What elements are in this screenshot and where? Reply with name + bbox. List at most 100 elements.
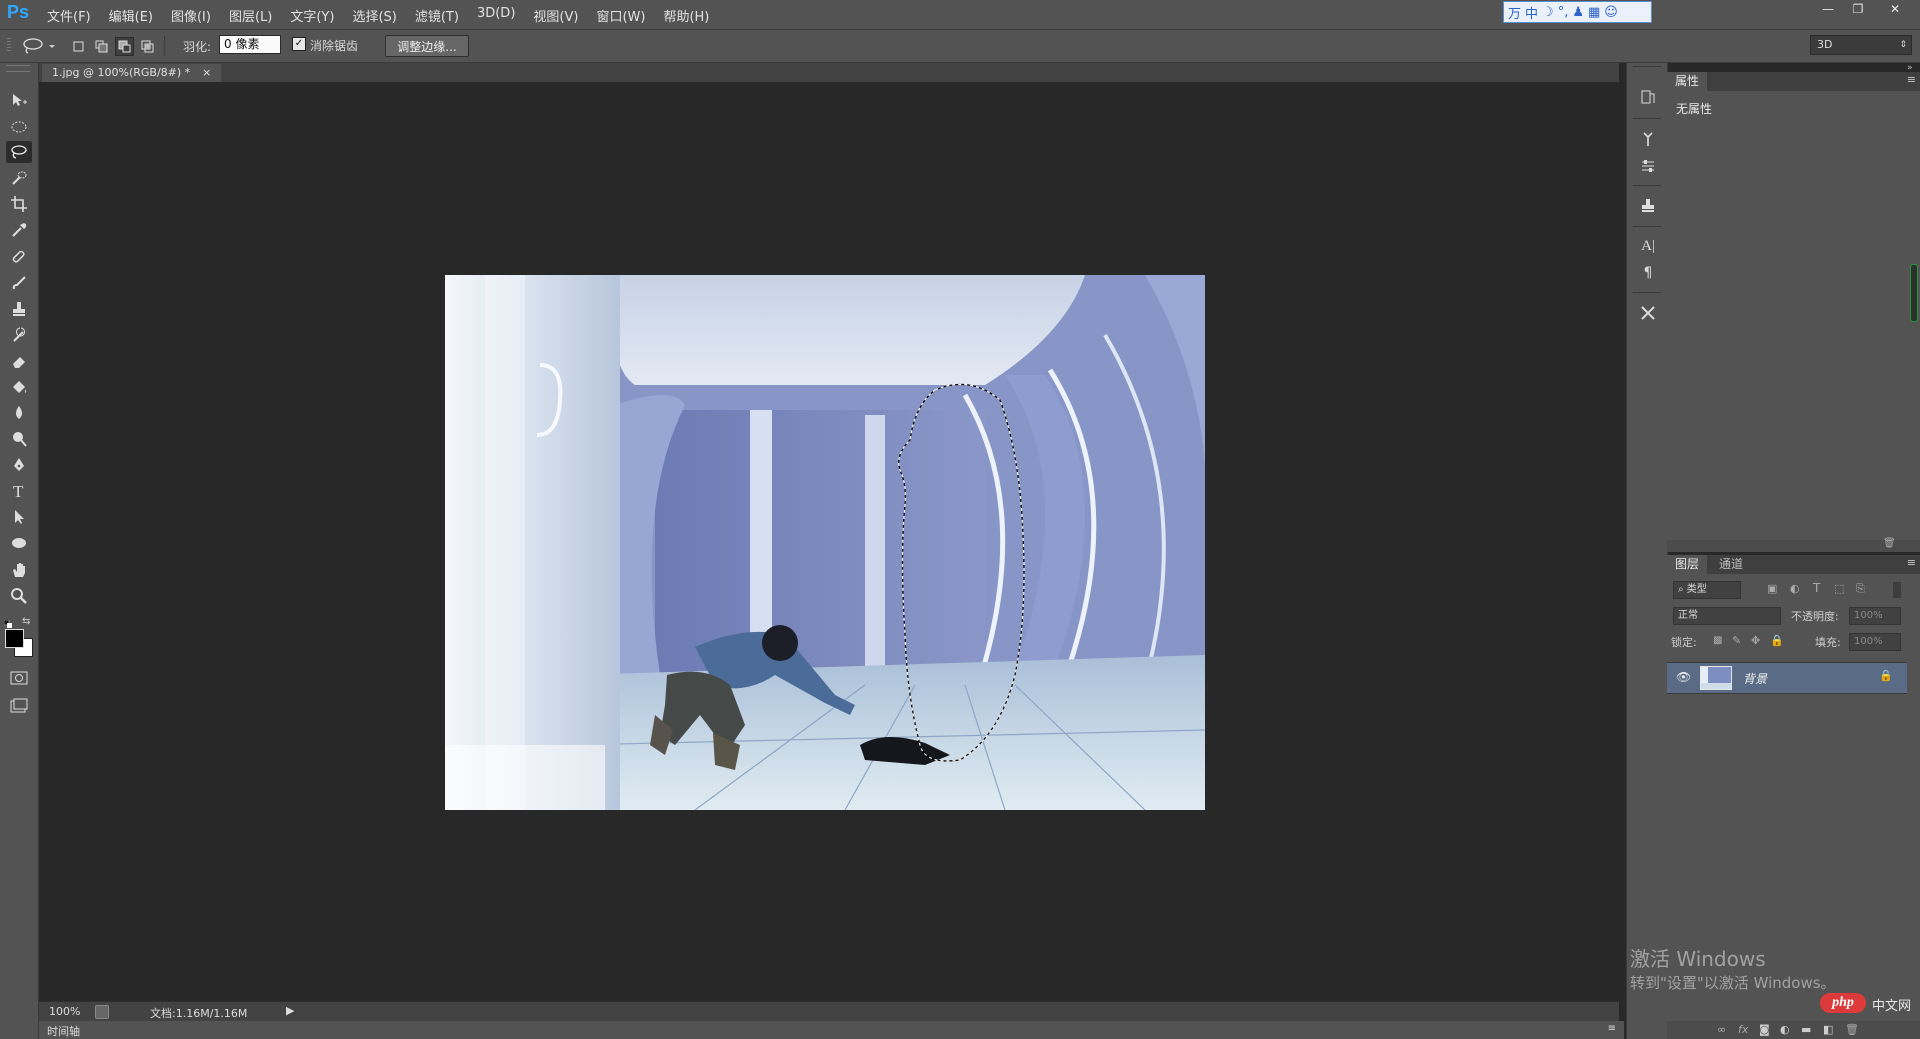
clone-source-icon[interactable] <box>1638 195 1658 215</box>
ime-item[interactable]: ☺ <box>1604 5 1618 20</box>
antialias-checkbox[interactable]: ✓ <box>292 37 306 51</box>
new-layer-icon[interactable]: ◧ <box>1823 1023 1833 1036</box>
history-brush-icon[interactable] <box>6 324 32 346</box>
status-menu-arrow-icon[interactable]: ▶ <box>286 1004 294 1017</box>
crop-tool-icon[interactable] <box>6 193 32 215</box>
ime-item[interactable]: ▦ <box>1588 5 1600 20</box>
lasso-tool-icon[interactable] <box>6 141 32 163</box>
document-image[interactable] <box>445 275 1205 810</box>
healing-brush-icon[interactable] <box>6 246 32 268</box>
opacity-input[interactable]: 100% <box>1849 607 1901 625</box>
close-tab-icon[interactable]: × <box>202 64 211 82</box>
hand-tool-icon[interactable] <box>6 559 32 581</box>
move-tool-icon[interactable] <box>6 89 32 111</box>
layer-row[interactable]: 👁 背景 🔒 <box>1667 662 1907 694</box>
intersect-selection-icon[interactable] <box>138 37 157 56</box>
scrollbar-thumb[interactable] <box>1910 264 1918 322</box>
ime-item[interactable]: ♟ <box>1572 5 1584 20</box>
ime-item[interactable]: 中 <box>1525 3 1538 22</box>
tab-layers[interactable]: 图层 <box>1667 555 1708 574</box>
menu-image[interactable]: 图像(I) <box>162 6 220 25</box>
brush-presets-icon[interactable] <box>1638 129 1658 149</box>
zoom-tool-icon[interactable] <box>6 585 32 607</box>
tab-properties[interactable]: 属性 <box>1667 72 1708 91</box>
menu-view[interactable]: 视图(V) <box>524 6 587 25</box>
blend-mode-select[interactable]: 正常 <box>1673 607 1781 625</box>
brush-tool-icon[interactable] <box>6 272 32 294</box>
paint-bucket-icon[interactable] <box>6 376 32 398</box>
filter-shape-icon[interactable]: ⬚ <box>1834 582 1844 595</box>
lock-pixels-icon[interactable]: ✎ <box>1732 634 1741 647</box>
new-selection-icon[interactable] <box>69 37 88 56</box>
menu-edit[interactable]: 编辑(E) <box>100 6 162 25</box>
tab-channels[interactable]: 通道 <box>1711 555 1751 574</box>
screen-mode-icon[interactable] <box>6 695 32 717</box>
ime-item[interactable]: 万 <box>1508 3 1521 22</box>
add-mask-icon[interactable]: ◙ <box>1759 1023 1770 1036</box>
add-selection-icon[interactable] <box>92 37 111 56</box>
character-icon[interactable]: A| <box>1638 236 1658 256</box>
type-tool-icon[interactable]: T <box>6 480 32 502</box>
delete-layer-icon[interactable]: 🗑 <box>1845 1023 1859 1036</box>
blur-tool-icon[interactable] <box>6 402 32 424</box>
filter-pixel-icon[interactable]: ▣ <box>1767 582 1777 595</box>
layer-filter-select[interactable]: ⌕ 类型 <box>1673 581 1741 599</box>
fill-input[interactable]: 100% <box>1849 633 1901 651</box>
eraser-icon[interactable] <box>6 350 32 372</box>
layer-name[interactable]: 背景 <box>1743 670 1767 687</box>
menu-file[interactable]: 文件(F) <box>38 6 100 25</box>
feather-input[interactable]: 0 像素 <box>219 35 281 54</box>
filter-smart-object-icon[interactable]: ⎘ <box>1856 582 1865 596</box>
pen-tool-icon[interactable] <box>6 454 32 476</box>
dodge-tool-icon[interactable] <box>6 428 32 450</box>
adjustment-layer-icon[interactable]: ◐ <box>1780 1023 1790 1036</box>
refine-edge-button[interactable]: 调整边缘... <box>385 35 469 57</box>
workspace-select[interactable]: 3D ⇕ <box>1810 35 1912 55</box>
ime-item[interactable]: °, <box>1558 5 1569 20</box>
ellipse-shape-icon[interactable] <box>6 532 32 554</box>
filter-toggle[interactable] <box>1893 582 1901 598</box>
adjustments-icon[interactable] <box>1638 156 1658 176</box>
panel-menu-icon[interactable]: ≡ <box>1907 73 1916 86</box>
trash-icon[interactable]: 🗑 <box>1883 538 1896 549</box>
eyedropper-icon[interactable] <box>6 219 32 241</box>
document-tab[interactable]: 1.jpg @ 100%(RGB/8#) * × <box>42 64 222 82</box>
tool-preset-picker[interactable] <box>20 36 56 56</box>
menu-select[interactable]: 选择(S) <box>343 6 405 25</box>
menu-type[interactable]: 文字(Y) <box>281 6 343 25</box>
foreground-color-swatch[interactable] <box>5 629 24 648</box>
filter-adjustment-icon[interactable]: ◐ <box>1790 582 1800 595</box>
filter-type-icon[interactable]: T <box>1813 581 1820 595</box>
menu-3d[interactable]: 3D(D) <box>468 6 524 25</box>
default-colors-icon[interactable] <box>3 617 12 628</box>
path-selection-icon[interactable] <box>6 506 32 528</box>
history-icon[interactable] <box>1638 87 1658 107</box>
lock-transparency-icon[interactable]: ▩ <box>1713 635 1722 646</box>
lock-all-icon[interactable]: 🔒 <box>1770 634 1784 647</box>
zoom-level[interactable]: 100% <box>49 1005 80 1018</box>
ime-toolbar[interactable]: 万 中 ☽ °, ♟ ▦ ☺ <box>1503 1 1652 23</box>
minimize-button[interactable]: — <box>1813 0 1843 18</box>
share-icon[interactable] <box>95 1005 109 1019</box>
subtract-selection-icon[interactable] <box>115 37 134 56</box>
paragraph-icon[interactable]: ¶ <box>1638 263 1658 283</box>
link-layers-icon[interactable]: ∞ <box>1717 1023 1726 1036</box>
close-button[interactable]: ✕ <box>1880 0 1910 18</box>
panel-menu-icon[interactable]: ≡ <box>1907 556 1916 569</box>
menu-help[interactable]: 帮助(H) <box>654 6 718 25</box>
timeline-panel-tab[interactable]: 时间轴 ≡ <box>39 1021 1624 1039</box>
menu-filter[interactable]: 滤镜(T) <box>406 6 468 25</box>
menu-layer[interactable]: 图层(L) <box>220 6 281 25</box>
swap-colors-icon[interactable]: ⇆ <box>22 616 30 627</box>
panel-menu-icon[interactable]: ≡ <box>1608 1023 1616 1034</box>
eye-icon[interactable]: 👁 <box>1676 670 1691 684</box>
new-group-icon[interactable]: ▬ <box>1801 1023 1811 1036</box>
menu-window[interactable]: 窗口(W) <box>587 6 654 25</box>
quick-mask-icon[interactable] <box>6 667 32 689</box>
fx-icon[interactable]: fx <box>1738 1023 1748 1036</box>
ime-item[interactable]: ☽ <box>1542 5 1554 20</box>
clone-stamp-icon[interactable] <box>6 298 32 320</box>
tool-presets-icon[interactable] <box>1638 303 1658 323</box>
lock-position-icon[interactable]: ✥ <box>1751 634 1760 647</box>
quick-selection-icon[interactable] <box>6 167 32 189</box>
